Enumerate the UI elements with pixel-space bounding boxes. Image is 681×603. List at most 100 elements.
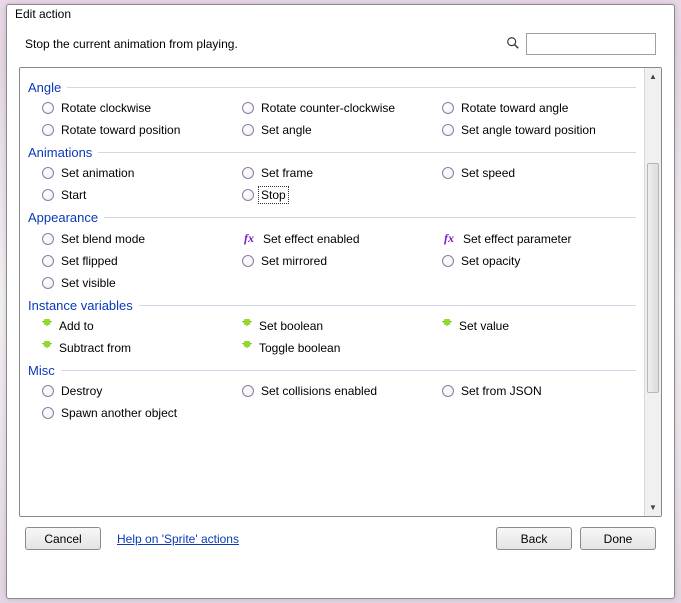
action-item[interactable]: Add to — [42, 319, 242, 333]
action-item[interactable]: Set collisions enabled — [242, 384, 442, 398]
action-item[interactable]: Set from JSON — [442, 384, 642, 398]
action-item-label: Set opacity — [460, 254, 521, 268]
action-item[interactable]: Subtract from — [42, 341, 242, 355]
action-item-label: Set blend mode — [60, 232, 146, 246]
action-item[interactable]: Set value — [442, 319, 642, 333]
action-item[interactable]: Toggle boolean — [242, 341, 442, 355]
window-title: Edit action — [7, 5, 674, 23]
action-item[interactable]: Spawn another object — [42, 406, 242, 420]
group-title: Instance variables — [28, 298, 139, 313]
action-item-label: Stop — [260, 188, 287, 202]
fx-icon: fx — [442, 231, 456, 246]
action-item[interactable]: Rotate clockwise — [42, 101, 242, 115]
radio-icon — [442, 255, 454, 267]
group-items: Destroy Set collisions enabled Set from JS… — [28, 384, 636, 420]
radio-icon — [242, 102, 254, 114]
group-divider — [98, 152, 636, 153]
group-items: Add to Set boolean Set value Subtract from T… — [28, 319, 636, 355]
scroll-down-arrow[interactable]: ▼ — [645, 499, 661, 516]
group-appearance: Appearance Set blend mode fx Set effect ena… — [28, 210, 636, 290]
search-input[interactable] — [526, 33, 656, 55]
actions-list: Angle Rotate clockwiseRotate counter-cloc… — [19, 67, 662, 517]
variable-icon — [42, 341, 52, 355]
action-item[interactable]: Destroy — [42, 384, 242, 398]
radio-icon — [42, 167, 54, 179]
group-animations: Animations Set animation Set frame Set spee… — [28, 145, 636, 202]
action-item[interactable]: Set mirrored — [242, 254, 442, 268]
action-item[interactable]: Stop — [242, 188, 442, 202]
done-button[interactable]: Done — [580, 527, 656, 550]
group-items: Rotate clockwiseRotate counter-clockwise… — [28, 101, 636, 137]
scroll-thumb[interactable] — [647, 163, 659, 393]
radio-icon — [42, 189, 54, 201]
group-header: Angle — [28, 80, 636, 95]
action-item[interactable]: Rotate toward angle — [442, 101, 642, 115]
action-item[interactable]: Set angle — [242, 123, 442, 137]
radio-icon — [42, 407, 54, 419]
action-item-label: Set mirrored — [260, 254, 328, 268]
action-item[interactable]: Set flipped — [42, 254, 242, 268]
scroll-up-arrow[interactable]: ▲ — [645, 68, 661, 85]
fx-icon: fx — [242, 231, 256, 246]
group-angle: Angle Rotate clockwiseRotate counter-cloc… — [28, 80, 636, 137]
action-item[interactable]: Rotate counter-clockwise — [242, 101, 442, 115]
action-item[interactable]: Set boolean — [242, 319, 442, 333]
radio-icon — [242, 167, 254, 179]
group-header: Misc — [28, 363, 636, 378]
action-item-label: Set speed — [460, 166, 516, 180]
radio-icon — [442, 124, 454, 136]
action-item-label: Start — [60, 188, 87, 202]
radio-icon — [42, 277, 54, 289]
action-item[interactable]: Set blend mode — [42, 231, 242, 246]
action-item[interactable]: Set opacity — [442, 254, 642, 268]
action-item-label: Toggle boolean — [258, 341, 341, 355]
action-item-label: Destroy — [60, 384, 103, 398]
radio-icon — [242, 255, 254, 267]
edit-action-dialog: Edit action Stop the current animation f… — [6, 4, 675, 599]
radio-icon — [42, 255, 54, 267]
action-item-label: Set effect enabled — [262, 232, 361, 246]
radio-icon — [42, 385, 54, 397]
action-item-label: Set from JSON — [460, 384, 543, 398]
description-row: Stop the current animation from playing. — [19, 27, 662, 61]
variable-icon — [42, 319, 52, 333]
action-item-label: Set value — [458, 319, 510, 333]
group-items: Set blend modefxSet effect enabledfxSet … — [28, 231, 636, 290]
group-divider — [139, 305, 636, 306]
group-items: Set animation Set frame Set speed Start Stop — [28, 166, 636, 202]
action-item[interactable]: fx Set effect enabled — [242, 231, 442, 246]
scrollbar[interactable]: ▲ ▼ — [644, 68, 661, 516]
group-title: Misc — [28, 363, 61, 378]
action-item-label: Add to — [58, 319, 95, 333]
radio-icon — [442, 102, 454, 114]
back-button[interactable]: Back — [496, 527, 572, 550]
action-item[interactable]: Set speed — [442, 166, 642, 180]
group-title: Animations — [28, 145, 98, 160]
group-misc: Misc Destroy Set collisions enabled Set fro… — [28, 363, 636, 420]
radio-icon — [242, 189, 254, 201]
radio-icon — [42, 233, 54, 245]
radio-icon — [242, 385, 254, 397]
action-item-label: Spawn another object — [60, 406, 178, 420]
action-item-label: Rotate toward angle — [460, 101, 569, 115]
action-item-label: Set animation — [60, 166, 135, 180]
group-title: Angle — [28, 80, 67, 95]
action-item[interactable]: Set visible — [42, 276, 242, 290]
action-item-label: Set boolean — [258, 319, 324, 333]
action-item[interactable]: Set angle toward position — [442, 123, 642, 137]
variable-icon — [242, 341, 252, 355]
dialog-footer: Cancel Help on 'Sprite' actions Back Don… — [19, 517, 662, 550]
cancel-button[interactable]: Cancel — [25, 527, 101, 550]
action-item[interactable]: Rotate toward position — [42, 123, 242, 137]
action-item-label: Set collisions enabled — [260, 384, 378, 398]
variable-icon — [442, 319, 452, 333]
action-item[interactable]: Start — [42, 188, 242, 202]
group-instance-variables: Instance variables Add to Set boolean Set v… — [28, 298, 636, 355]
radio-icon — [42, 124, 54, 136]
group-header: Appearance — [28, 210, 636, 225]
action-item[interactable]: Set frame — [242, 166, 442, 180]
radio-icon — [442, 385, 454, 397]
action-item[interactable]: fxSet effect parameter — [442, 231, 642, 246]
help-link[interactable]: Help on 'Sprite' actions — [117, 532, 239, 546]
action-item[interactable]: Set animation — [42, 166, 242, 180]
